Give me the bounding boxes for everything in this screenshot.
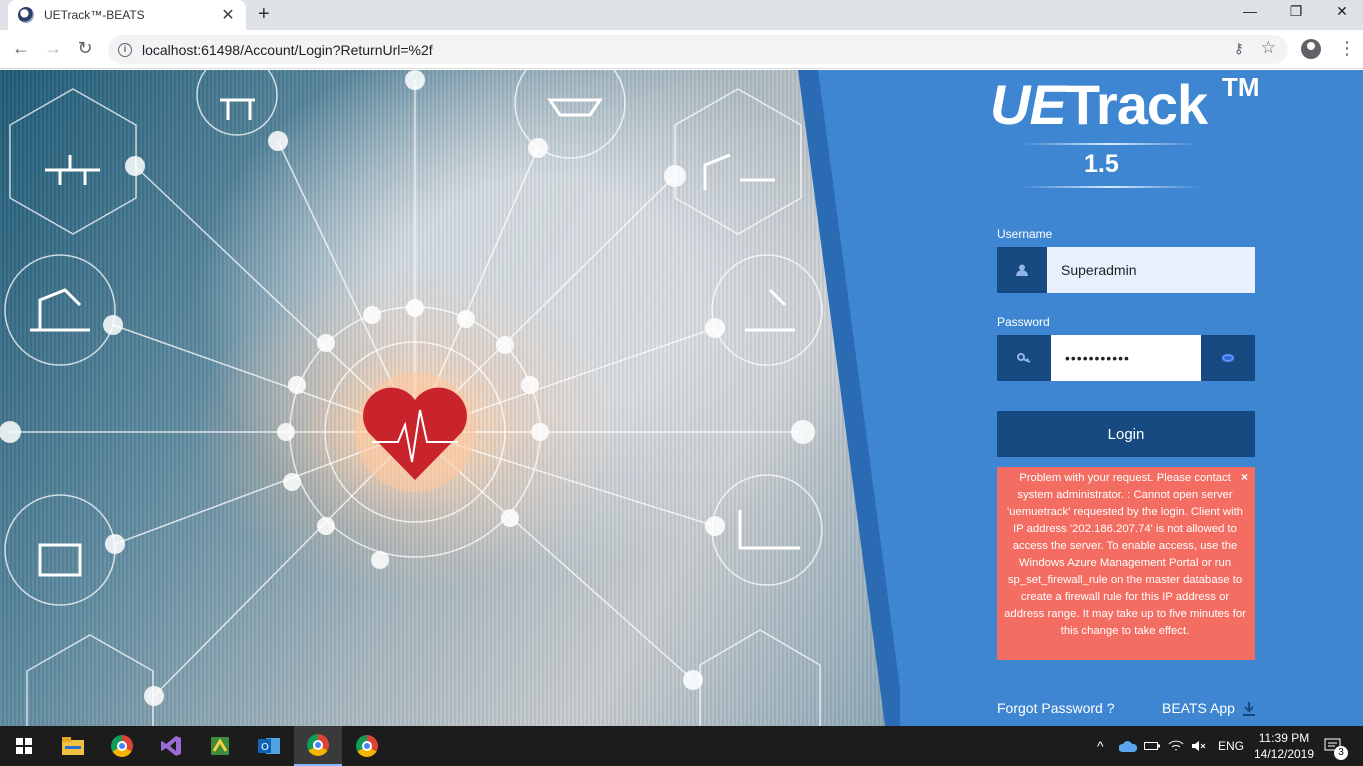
onedrive-icon[interactable] <box>1119 726 1137 766</box>
download-icon[interactable] <box>1243 702 1255 716</box>
tab-title: UETrack™-BEATS <box>44 8 145 22</box>
visual-studio-icon[interactable] <box>147 726 195 766</box>
forgot-password-link[interactable]: Forgot Password ? <box>997 700 1115 716</box>
mute-speaker-icon[interactable] <box>1191 726 1207 766</box>
hero-image <box>0 70 885 726</box>
tab-close-icon[interactable]: ✕ <box>220 5 236 25</box>
login-button[interactable]: Login <box>997 411 1255 457</box>
key-icon[interactable]: ⚷ <box>1234 40 1244 57</box>
svg-text:O: O <box>261 742 269 753</box>
browser-toolbar: ← → ↻ i localhost:61498/Account/Login?Re… <box>0 30 1363 69</box>
user-icon <box>997 247 1047 293</box>
browser-tab[interactable]: UETrack™-BEATS ✕ <box>8 0 246 30</box>
outlook-icon[interactable]: O <box>245 726 293 766</box>
system-clock[interactable]: 11:39 PM 14/12/2019 <box>1248 730 1320 762</box>
username-field: Superadmin <box>997 247 1255 293</box>
password-input[interactable]: ••••••••••• <box>1051 335 1201 381</box>
logo-divider-top <box>1020 143 1200 145</box>
notification-count-badge: 3 <box>1334 746 1348 760</box>
error-alert: × Problem with your request. Please cont… <box>997 467 1255 660</box>
wifi-icon[interactable] <box>1168 726 1184 766</box>
back-icon[interactable]: ← <box>9 38 33 59</box>
password-label: Password <box>997 315 1050 329</box>
show-password-eye-icon[interactable] <box>1201 335 1255 381</box>
utility-app-icon[interactable] <box>196 726 244 766</box>
close-window-button[interactable]: ✕ <box>1319 3 1363 20</box>
version-label: 1.5 <box>1084 150 1119 178</box>
logo-text: UETrack <box>990 73 1208 136</box>
maximize-button[interactable]: ❐ <box>1273 3 1319 20</box>
windows-start-icon[interactable] <box>0 726 48 766</box>
new-tab-button[interactable]: + <box>258 3 270 26</box>
address-bar[interactable]: i localhost:61498/Account/Login?ReturnUr… <box>108 35 1288 64</box>
chrome-taskbar-icon-2[interactable] <box>343 726 391 766</box>
login-page: UETrack TM 1.5 Username Superadmin Passw… <box>0 70 1363 726</box>
username-label: Username <box>997 227 1053 241</box>
alert-close-icon[interactable]: × <box>1241 469 1248 486</box>
reload-icon[interactable]: ↻ <box>73 38 97 59</box>
browser-tab-strip: UETrack™-BEATS ✕ + — ❐ ✕ <box>0 0 1363 30</box>
browser-menu-icon[interactable]: ⋮ <box>1338 38 1356 59</box>
forward-icon[interactable]: → <box>41 38 65 59</box>
chrome-taskbar-icon[interactable] <box>98 726 146 766</box>
chrome-taskbar-icon-active[interactable] <box>294 726 342 766</box>
language-indicator[interactable]: ENG <box>1218 726 1244 766</box>
profile-avatar-icon[interactable] <box>1301 39 1321 59</box>
windows-taskbar: O ^ ENG 11:39 PM 14/12/2019 3 <box>0 726 1363 766</box>
bookmark-star-icon[interactable]: ☆ <box>1261 38 1276 58</box>
file-explorer-icon[interactable] <box>49 726 97 766</box>
site-favicon-icon <box>18 7 34 23</box>
password-field: ••••••••••• <box>997 335 1255 381</box>
medical-network-graphic <box>0 70 823 726</box>
minimize-button[interactable]: — <box>1227 3 1273 19</box>
beats-app-link[interactable]: BEATS App <box>1162 700 1235 716</box>
show-hidden-icons-icon[interactable]: ^ <box>1097 726 1104 766</box>
username-input[interactable]: Superadmin <box>1047 247 1255 293</box>
url-text: localhost:61498/Account/Login?ReturnUrl=… <box>142 41 433 58</box>
site-info-icon[interactable]: i <box>118 42 132 57</box>
trademark-mark: TM <box>1222 72 1260 102</box>
key-icon <box>997 335 1051 381</box>
logo-divider-bottom <box>1020 186 1200 188</box>
battery-icon[interactable] <box>1144 726 1160 766</box>
alert-message: Problem with your request. Please contac… <box>1004 472 1246 637</box>
